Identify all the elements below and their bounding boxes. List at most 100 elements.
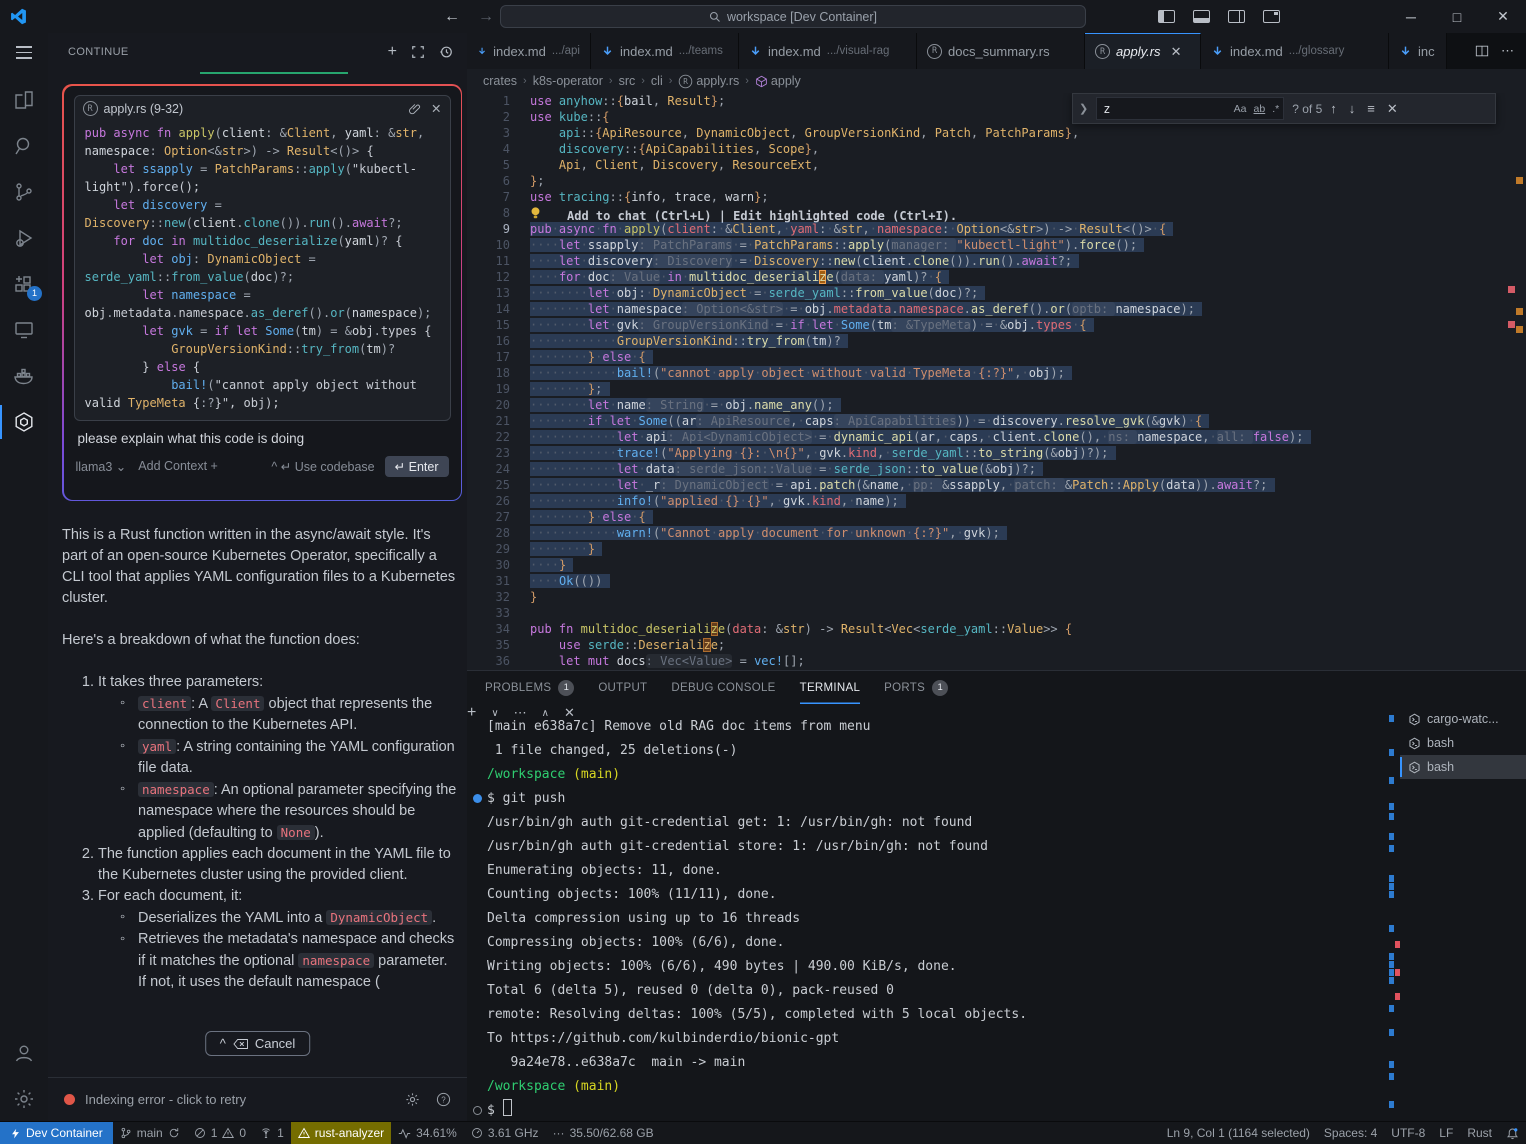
tab-index-md-glossary[interactable]: index.md.../glossary (1201, 33, 1389, 69)
code-line-11[interactable]: 11····let·discovery: Discovery·=·Discove… (467, 253, 1526, 269)
code-line-20[interactable]: 20········let·name: String·=·obj.name_an… (467, 397, 1526, 413)
cancel-button[interactable]: ^ Cancel (205, 1031, 311, 1056)
customize-layout-icon[interactable] (1263, 10, 1280, 23)
split-editor-icon[interactable] (1475, 44, 1489, 58)
more-tabs-icon[interactable]: ⋯ (1501, 43, 1514, 59)
eol[interactable]: LF (1432, 1122, 1460, 1144)
rust-analyzer-status[interactable]: rust-analyzer (291, 1122, 391, 1144)
code-line-34[interactable]: 34pub fn multidoc_deserialize(data: &str… (467, 621, 1526, 637)
code-line-4[interactable]: 4 discovery::{ApiCapabilities, Scope}, (467, 141, 1526, 157)
code-line-5[interactable]: 5 Api, Client, Discovery, ResourceExt, (467, 157, 1526, 173)
memory-indicator[interactable]: ··· 35.50/62.68 GB (546, 1122, 661, 1144)
close-button[interactable]: ✕ (1480, 0, 1526, 33)
tab-index-md-visual-rag[interactable]: index.md.../visual-rag (739, 33, 917, 69)
fullscreen-icon[interactable] (411, 45, 425, 59)
new-session-icon[interactable]: + (388, 43, 397, 61)
cursor-position[interactable]: Ln 9, Col 1 (1164 selected) (1160, 1122, 1317, 1144)
panel-tab-ports[interactable]: PORTS1 (884, 671, 948, 704)
encoding[interactable]: UTF-8 (1384, 1122, 1432, 1144)
tab-docs_summary-rs[interactable]: Rdocs_summary.rs (917, 33, 1085, 69)
code-line-15[interactable]: 15········let·gvk: GroupVersionKind·=·if… (467, 317, 1526, 333)
terminal-list-item-bash[interactable]: bash (1400, 755, 1526, 779)
cpu-indicator[interactable]: 34.61% (391, 1122, 464, 1144)
find-expand-chevron[interactable]: ❯ (1079, 102, 1088, 115)
indexing-status[interactable]: Indexing error - click to retry (85, 1092, 246, 1107)
code-line-23[interactable]: 23············trace!("Applying·{}:·\n{}"… (467, 445, 1526, 461)
git-branch-indicator[interactable]: main (113, 1122, 187, 1144)
terminal-scrollbar[interactable] (1389, 711, 1398, 1118)
tab-inc[interactable]: inc (1389, 33, 1447, 69)
panel-tab-terminal[interactable]: TERMINAL (800, 671, 861, 704)
code-line-32[interactable]: 32} (467, 589, 1526, 605)
tab-index-md-teams[interactable]: index.md.../teams (591, 33, 739, 69)
breadcrumb-segment[interactable]: crates (483, 74, 517, 88)
activity-item-settings[interactable] (0, 1076, 48, 1122)
code-line-3[interactable]: 3 api::{ApiResource, DynamicObject, Grou… (467, 125, 1526, 141)
breadcrumb-symbol[interactable]: apply (771, 74, 801, 88)
close-tab-icon[interactable]: ✕ (1171, 44, 1182, 60)
activity-item-accounts[interactable] (0, 1030, 48, 1076)
regex-icon[interactable]: .* (1272, 103, 1279, 115)
terminal-output[interactable]: [main e638a7c] Remove old RAG doc items … (473, 715, 1386, 1122)
maximize-button[interactable]: □ (1434, 0, 1480, 33)
help-icon[interactable]: ? (436, 1092, 451, 1107)
activity-item-docker[interactable] (0, 353, 48, 399)
code-line-10[interactable]: 10····let·ssapply: PatchParams·=·PatchPa… (467, 237, 1526, 253)
remote-indicator[interactable]: Dev Container (0, 1122, 113, 1144)
terminal-list-item-cargo-watc-[interactable]: cargo-watc... (1400, 707, 1526, 731)
code-line-24[interactable]: 24············let·data: serde_json::Valu… (467, 461, 1526, 477)
problems-indicator[interactable]: 1 0 (187, 1122, 253, 1144)
activity-item-search[interactable] (0, 123, 48, 169)
code-line-19[interactable]: 19········}; (467, 381, 1526, 397)
notifications-bell[interactable] (1499, 1122, 1526, 1144)
forward-arrow-button[interactable]: → (478, 8, 494, 26)
find-input[interactable] (1101, 101, 1195, 117)
code-line-6[interactable]: 6}; (467, 173, 1526, 189)
back-arrow-button[interactable]: ← (444, 8, 460, 26)
code-line-27[interactable]: 27········}·else·{ (467, 509, 1526, 525)
code-line-16[interactable]: 16············GroupVersionKind::try_from… (467, 333, 1526, 349)
code-line-33[interactable]: 33 (467, 605, 1526, 621)
tab-index-md-api[interactable]: index.md.../api (467, 33, 591, 69)
command-decoration[interactable] (473, 1106, 482, 1115)
code-line-31[interactable]: 31····Ok(()) (467, 573, 1526, 589)
code-line-14[interactable]: 14········let·namespace: Option<&str>·=·… (467, 301, 1526, 317)
terminal-list-item-bash[interactable]: bash (1400, 731, 1526, 755)
toggle-sidebar-icon[interactable] (1158, 10, 1175, 23)
close-find-icon[interactable]: ✕ (1387, 101, 1398, 117)
code-line-25[interactable]: 25············let·_r: DynamicObject·=·ap… (467, 477, 1526, 493)
panel-tab-problems[interactable]: PROBLEMS1 (485, 671, 574, 704)
match-case-icon[interactable]: Aa (1234, 103, 1247, 115)
breadcrumb-file[interactable]: apply.rs (696, 74, 739, 88)
code-line-7[interactable]: 7use tracing::{info, trace, warn}; (467, 189, 1526, 205)
code-line-26[interactable]: 26············info!("applied·{}·{}",·gvk… (467, 493, 1526, 509)
enter-button[interactable]: ↵ Enter (385, 456, 449, 477)
code-line-30[interactable]: 30····} (467, 557, 1526, 573)
paperclip-icon[interactable] (408, 102, 421, 115)
model-selector[interactable]: llama3 ⌄ (76, 459, 127, 474)
activity-item-remote-explorer[interactable] (0, 307, 48, 353)
code-line-22[interactable]: 22············let·api: Api<DynamicObject… (467, 429, 1526, 445)
menu-icon[interactable] (16, 46, 32, 59)
add-context-button[interactable]: Add Context + (138, 459, 218, 473)
toggle-panel-icon[interactable] (1193, 10, 1210, 23)
gear-icon[interactable] (405, 1092, 420, 1107)
code-line-13[interactable]: 13········let·obj:·DynamicObject·=·serde… (467, 285, 1526, 301)
activity-item-continue[interactable] (0, 399, 48, 445)
history-icon[interactable] (439, 45, 453, 59)
code-line-8[interactable]: 8Add to chat (Ctrl+L) | Edit highlighted… (467, 205, 1526, 221)
code-line-28[interactable]: 28············warn!("Cannot·apply·docume… (467, 525, 1526, 541)
frequency-indicator[interactable]: 3.61 GHz (464, 1122, 546, 1144)
breadcrumb-segment[interactable]: k8s-operator (533, 74, 603, 88)
next-match-icon[interactable]: ↓ (1349, 101, 1356, 116)
activity-item-run-debug[interactable] (0, 215, 48, 261)
lightbulb-icon[interactable] (530, 206, 541, 220)
language-mode[interactable]: Rust (1460, 1122, 1499, 1144)
breadcrumb-segment[interactable]: cli (651, 74, 663, 88)
code-line-21[interactable]: 21········if·let·Some((ar: ApiResource,·… (467, 413, 1526, 429)
find-in-selection-icon[interactable]: ≡ (1367, 101, 1375, 116)
activity-item-extensions[interactable]: 1 (0, 261, 48, 307)
breadcrumb[interactable]: crates›k8s-operator›src›cli›R apply.rs›a… (467, 69, 1526, 93)
prev-match-icon[interactable]: ↑ (1330, 101, 1337, 116)
panel-tab-output[interactable]: OUTPUT (598, 671, 647, 704)
